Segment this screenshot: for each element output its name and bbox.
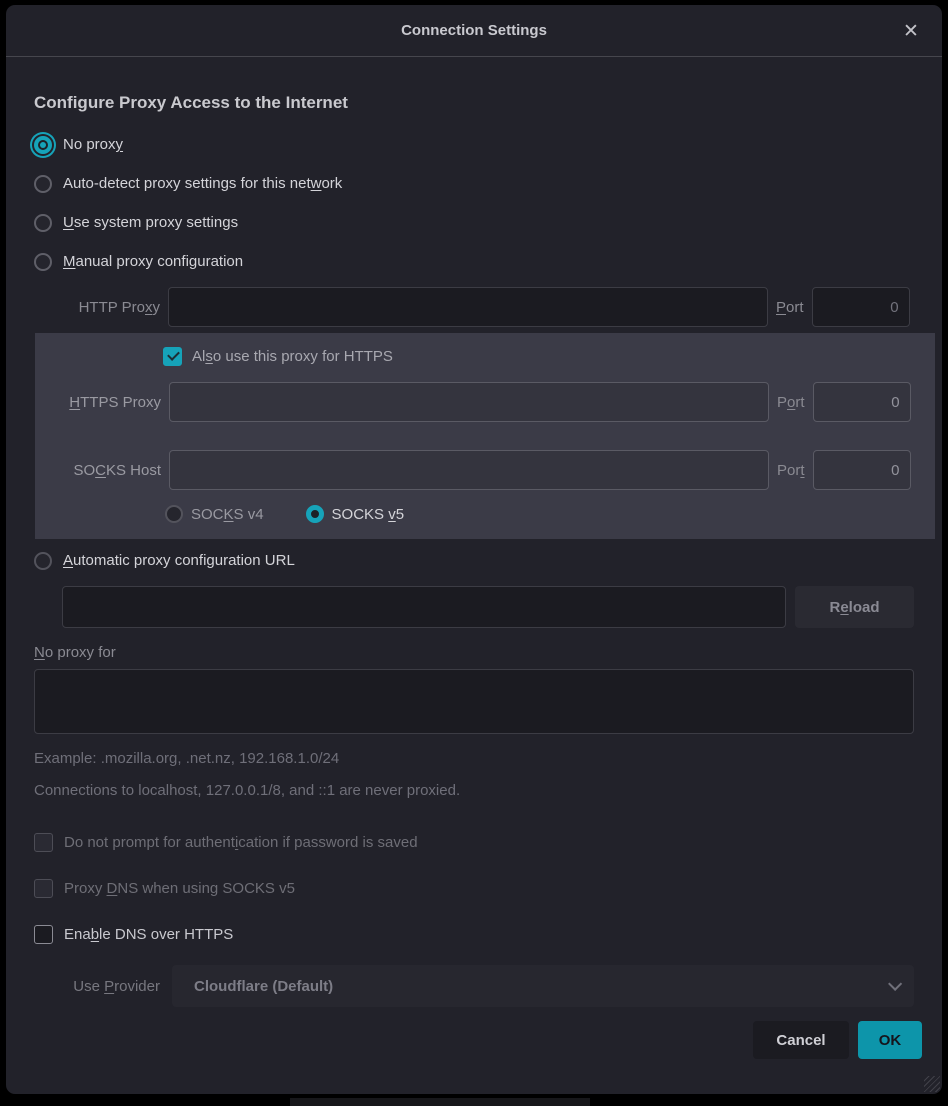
option-no-prompt-auth[interactable]: Do not prompt for authentication if pass… xyxy=(34,829,914,855)
socks-port-label: Port xyxy=(777,462,805,479)
socks-host-row: SOCKS Host Port xyxy=(35,449,914,491)
http-proxy-input[interactable] xyxy=(168,287,768,327)
resize-handle[interactable] xyxy=(924,1076,940,1092)
auto-config-url-row: Reload xyxy=(62,586,914,628)
also-use-https-checkbox[interactable] xyxy=(163,347,182,366)
socks-host-label: SOCKS Host xyxy=(35,462,169,479)
also-use-https-label[interactable]: Also use this proxy for HTTPS xyxy=(192,348,393,365)
http-proxy-row: HTTP Proxy Port xyxy=(34,286,914,328)
radio-icon-no-proxy[interactable] xyxy=(34,136,52,154)
https-proxy-row: HTTPS Proxy Port xyxy=(35,381,914,423)
provider-dropdown-value: Cloudflare (Default) xyxy=(194,978,888,995)
also-use-https-row[interactable]: Also use this proxy for HTTPS xyxy=(163,343,914,369)
radio-label-socks-v5[interactable]: SOCKS v5 xyxy=(332,506,405,523)
radio-icon-socks-v5[interactable] xyxy=(306,505,324,523)
radio-label-no-proxy[interactable]: No proxy xyxy=(63,136,123,153)
radio-icon-auto-config-url[interactable] xyxy=(34,552,52,570)
provider-row: Use Provider Cloudflare (Default) xyxy=(34,965,914,1007)
http-port-label: Port xyxy=(776,299,804,316)
socks-port-input[interactable] xyxy=(813,450,911,490)
page-title: Configure Proxy Access to the Internet xyxy=(34,93,914,113)
https-proxy-input[interactable] xyxy=(169,382,769,422)
https-port-input[interactable] xyxy=(813,382,911,422)
no-proxy-for-label: No proxy for xyxy=(34,644,914,661)
http-proxy-label: HTTP Proxy xyxy=(34,299,168,316)
enable-doh-label[interactable]: Enable DNS over HTTPS xyxy=(64,926,233,943)
radio-system-proxy[interactable]: Use system proxy settings xyxy=(34,203,914,242)
radio-auto-config-url[interactable]: Automatic proxy configuration URL xyxy=(34,541,914,580)
radio-icon-socks-v4[interactable] xyxy=(165,505,183,523)
dialog-titlebar: Connection Settings ✕ xyxy=(6,5,942,57)
enable-doh-checkbox[interactable] xyxy=(34,925,53,944)
connection-settings-dialog: Connection Settings ✕ Configure Proxy Ac… xyxy=(6,5,942,1094)
dialog-footer: Cancel OK xyxy=(34,1021,922,1059)
no-proxy-note-text: Connections to localhost, 127.0.0.1/8, a… xyxy=(34,781,914,801)
radio-label-system-proxy[interactable]: Use system proxy settings xyxy=(63,214,238,231)
cancel-button[interactable]: Cancel xyxy=(753,1021,849,1059)
radio-label-manual-proxy[interactable]: Manual proxy configuration xyxy=(63,253,243,270)
radio-icon-manual-proxy[interactable] xyxy=(34,253,52,271)
provider-dropdown[interactable]: Cloudflare (Default) xyxy=(172,965,914,1007)
radio-manual-proxy[interactable]: Manual proxy configuration xyxy=(34,242,914,281)
option-enable-doh[interactable]: Enable DNS over HTTPS xyxy=(34,921,914,947)
https-socks-highlight-band: Also use this proxy for HTTPS HTTPS Prox… xyxy=(35,333,935,539)
socks-host-input[interactable] xyxy=(169,450,769,490)
https-port-label: Port xyxy=(777,394,805,411)
use-provider-label: Use Provider xyxy=(34,978,168,995)
option-proxy-dns-socks5[interactable]: Proxy DNS when using SOCKS v5 xyxy=(34,875,914,901)
socks-version-row: SOCKS v4 SOCKS v5 xyxy=(165,501,914,527)
no-prompt-auth-label[interactable]: Do not prompt for authentication if pass… xyxy=(64,834,418,851)
http-port-input[interactable] xyxy=(812,287,910,327)
radio-icon-auto-detect[interactable] xyxy=(34,175,52,193)
ok-button[interactable]: OK xyxy=(858,1021,922,1059)
radio-icon-system-proxy[interactable] xyxy=(34,214,52,232)
background-page-strip xyxy=(290,1098,590,1106)
radio-no-proxy[interactable]: No proxy xyxy=(34,125,914,164)
no-proxy-example-text: Example: .mozilla.org, .net.nz, 192.168.… xyxy=(34,749,914,769)
chevron-down-icon xyxy=(888,977,902,991)
auto-config-url-input[interactable] xyxy=(62,586,786,628)
dialog-title: Connection Settings xyxy=(401,22,547,39)
no-proxy-for-textarea[interactable] xyxy=(34,669,914,734)
radio-label-auto-detect[interactable]: Auto-detect proxy settings for this netw… xyxy=(63,175,342,192)
radio-label-auto-config-url[interactable]: Automatic proxy configuration URL xyxy=(63,552,295,569)
proxy-dns-socks5-checkbox[interactable] xyxy=(34,879,53,898)
proxy-dns-socks5-label[interactable]: Proxy DNS when using SOCKS v5 xyxy=(64,880,295,897)
https-proxy-label: HTTPS Proxy xyxy=(35,394,169,411)
reload-button[interactable]: Reload xyxy=(795,586,914,628)
close-icon[interactable]: ✕ xyxy=(898,18,924,44)
no-prompt-auth-checkbox[interactable] xyxy=(34,833,53,852)
radio-label-socks-v4[interactable]: SOCKS v4 xyxy=(191,506,264,523)
radio-auto-detect[interactable]: Auto-detect proxy settings for this netw… xyxy=(34,164,914,203)
